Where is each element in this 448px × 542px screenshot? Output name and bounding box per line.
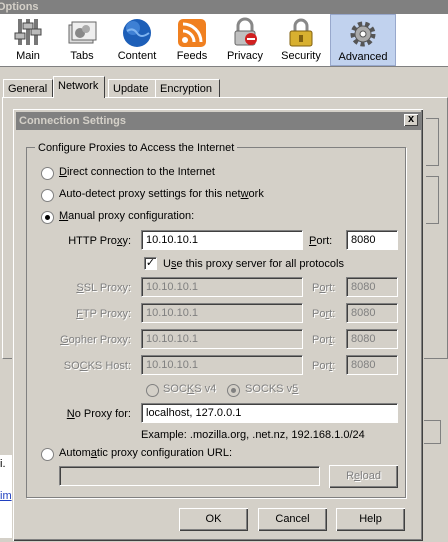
ssl-port-label: Port: (312, 282, 336, 294)
options-window-titlebar: Options (0, 0, 448, 14)
gear-icon (350, 21, 376, 47)
socks-port-input[interactable]: 8080 (346, 355, 398, 375)
help-button[interactable]: Help (336, 508, 405, 531)
gopher-port-input[interactable]: 8080 (346, 329, 398, 349)
ssl-port-input[interactable]: 8080 (346, 277, 398, 297)
manual-proxy-label[interactable]: Manual proxy configuration: (59, 210, 194, 222)
tabs-icon (68, 21, 97, 44)
background-group-edge (426, 118, 439, 166)
background-text: i. (0, 458, 6, 470)
close-icon[interactable]: x (404, 114, 418, 126)
ftp-port-label: Port: (312, 308, 336, 320)
cancel-button[interactable]: Cancel (258, 508, 327, 531)
pane-tabs-button[interactable]: Tabs (58, 14, 106, 66)
tab-update[interactable]: Update (108, 79, 156, 98)
socks-host-label: SOCKS Host: (63, 360, 131, 372)
connection-settings-dialog: Connection Settings x Configure Proxies … (12, 108, 424, 542)
http-port-input[interactable]: 8080 (346, 230, 398, 250)
no-proxy-input[interactable]: localhost, 127.0.0.1 (141, 403, 398, 423)
autodetect-proxy-radio[interactable] (42, 190, 53, 201)
direct-connection-radio[interactable] (42, 168, 53, 179)
pane-security-button[interactable]: Security (276, 14, 326, 66)
no-proxy-label: No Proxy for: (66, 408, 131, 420)
pane-content-button[interactable]: Content (112, 14, 162, 66)
pane-main-label: Main (16, 50, 40, 62)
ssl-proxy-input[interactable]: 10.10.10.1 (141, 277, 303, 297)
proxy-group-title: Configure Proxies to Access the Internet (35, 142, 238, 154)
ftp-proxy-label: FTP Proxy: (76, 308, 131, 320)
use-proxy-for-all-checkbox[interactable]: ✓ (144, 257, 157, 270)
auto-config-url-radio[interactable] (42, 449, 53, 460)
tab-encryption-label: Encryption (160, 83, 212, 95)
ssl-proxy-label: SSL Proxy: (76, 282, 131, 294)
pane-tabs-label: Tabs (70, 50, 94, 62)
tab-network-label: Network (58, 80, 99, 92)
use-proxy-for-all-label[interactable]: Use this proxy server for all protocols (163, 258, 344, 270)
background-link[interactable]: im (0, 490, 12, 502)
tab-network[interactable]: Network (53, 76, 105, 98)
globe-icon (123, 19, 151, 47)
http-proxy-input[interactable]: 10.10.10.1 (141, 230, 303, 250)
preferences-toolbar: Main Tabs Content Feeds Privacy Security… (0, 14, 448, 67)
padlock-icon (289, 18, 313, 47)
pane-privacy-label: Privacy (226, 50, 264, 62)
pane-security-label: Security (281, 50, 321, 62)
pane-privacy-button[interactable]: Privacy (220, 14, 270, 66)
auto-config-url-label[interactable]: Automatic proxy configuration URL: (59, 447, 232, 459)
dialog-titlebar: Connection Settings x (16, 112, 421, 130)
direct-connection-label[interactable]: Direct connection to the Internet (59, 166, 215, 178)
socks-v5-label[interactable]: SOCKS v5 (245, 383, 298, 395)
tab-general-label: General (8, 83, 48, 95)
ftp-port-input[interactable]: 8080 (346, 303, 398, 323)
auto-config-url-input[interactable] (59, 466, 320, 486)
switch-icon (14, 19, 42, 45)
options-window-title: Options (0, 1, 39, 13)
gopher-proxy-input[interactable]: 10.10.10.1 (141, 329, 303, 349)
pane-content-label: Content (117, 50, 157, 62)
pane-feeds-label: Feeds (176, 50, 208, 62)
lock-icon (234, 17, 257, 46)
options-tab-strip: General Network Update Encryption (0, 76, 448, 98)
http-proxy-label: HTTP Proxy: (68, 235, 131, 247)
gopher-port-label: Port: (312, 334, 336, 346)
socks-v4-label[interactable]: SOCKS v4 (163, 383, 216, 395)
reload-button[interactable]: Reload (329, 465, 398, 488)
manual-proxy-radio[interactable] (42, 212, 53, 223)
socks-v4-radio[interactable] (147, 385, 158, 396)
pane-feeds-button[interactable]: Feeds (168, 14, 216, 66)
socks-port-label: Port: (312, 360, 336, 372)
ftp-proxy-input[interactable]: 10.10.10.1 (141, 303, 303, 323)
dialog-title: Connection Settings (19, 115, 126, 127)
no-proxy-example: Example: .mozilla.org, .net.nz, 192.168.… (141, 429, 365, 441)
tab-general[interactable]: General (3, 79, 53, 98)
tab-encryption[interactable]: Encryption (155, 79, 220, 98)
pane-main-button[interactable]: Main (4, 14, 52, 66)
rss-icon (178, 19, 206, 47)
gopher-proxy-label: Gopher Proxy: (60, 334, 131, 346)
ok-button[interactable]: OK (179, 508, 248, 531)
tab-update-label: Update (113, 83, 149, 95)
http-port-label: Port: (309, 235, 333, 247)
pane-advanced-label: Advanced (338, 51, 388, 63)
background-group-edge (426, 176, 439, 224)
socks-host-input[interactable]: 10.10.10.1 (141, 355, 303, 375)
pane-advanced-button[interactable]: Advanced (330, 14, 396, 66)
autodetect-proxy-label[interactable]: Auto-detect proxy settings for this netw… (59, 188, 264, 200)
socks-v5-radio[interactable] (228, 385, 239, 396)
